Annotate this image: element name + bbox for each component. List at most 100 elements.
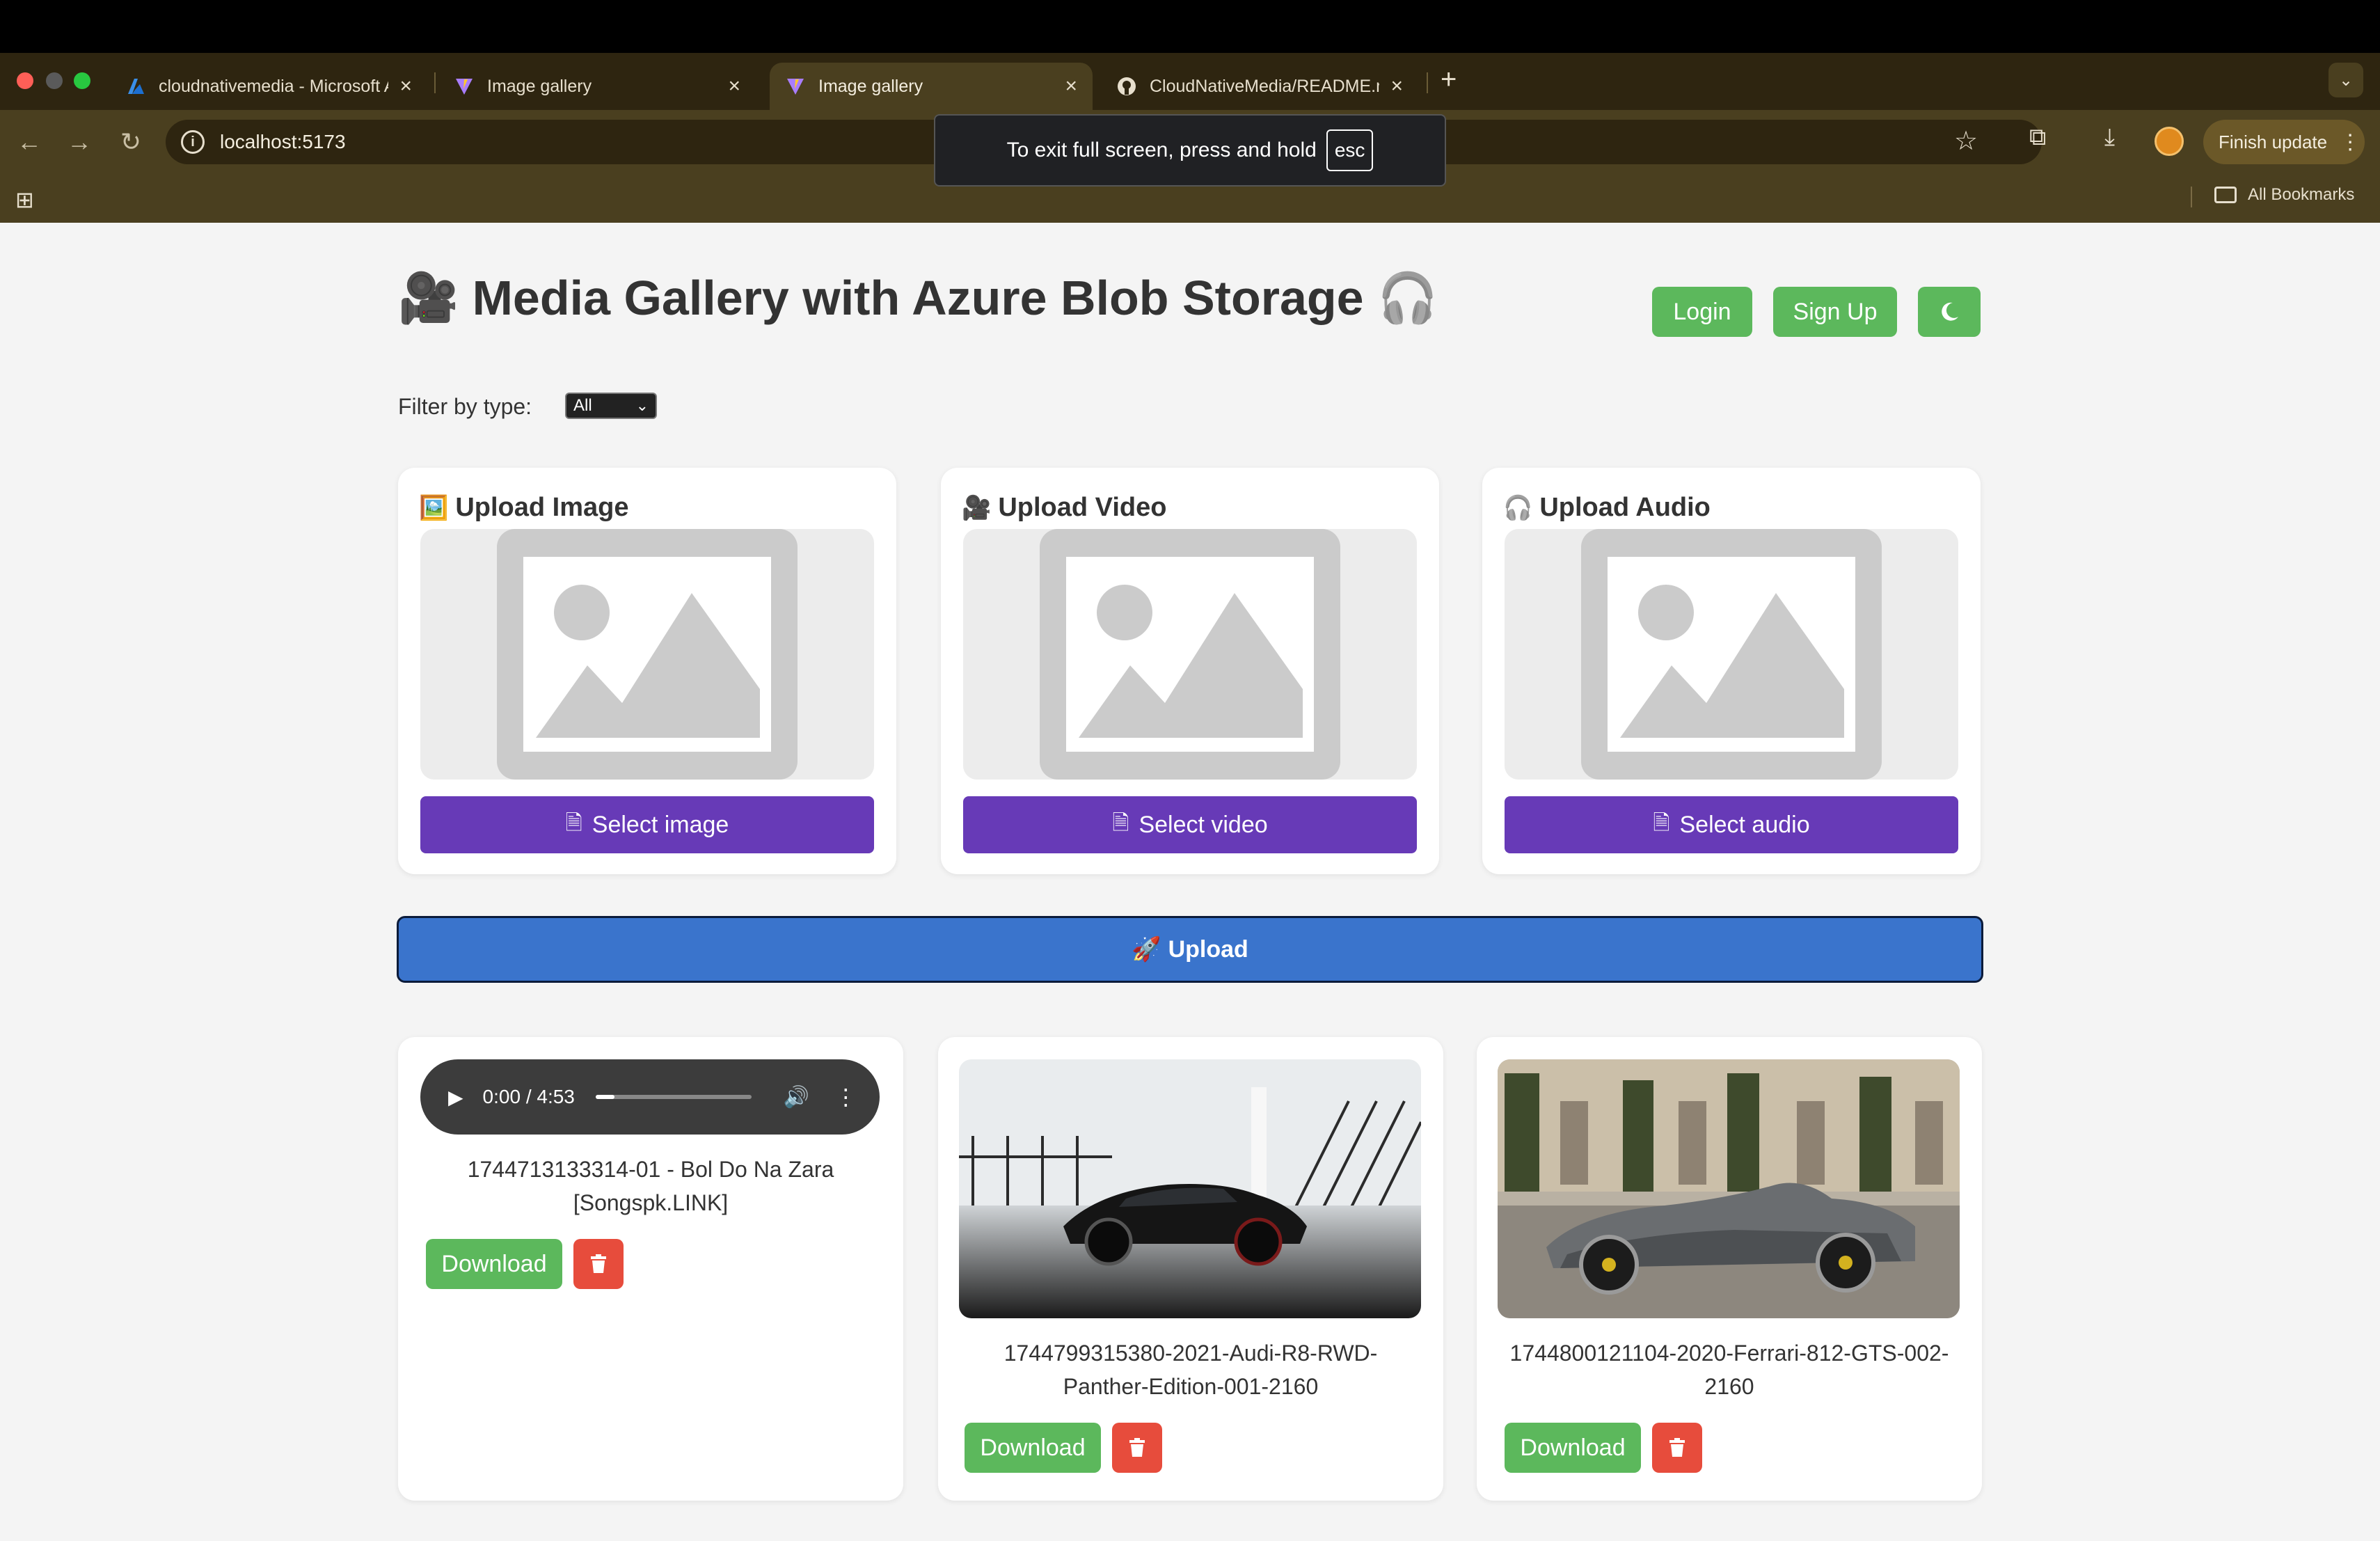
- audio-player[interactable]: ▶ 0:00 / 4:53 🔊 ⋮: [420, 1059, 880, 1135]
- image-placeholder-icon: [497, 529, 798, 780]
- tab-github-readme[interactable]: CloudNativeMedia/README.md ×: [1101, 63, 1418, 110]
- tab-separator: [1427, 72, 1428, 93]
- page-title: 🎥 Media Gallery with Azure Blob Storage …: [398, 270, 1438, 327]
- tab-image-gallery-1[interactable]: Image gallery ×: [438, 63, 756, 110]
- delete-button[interactable]: [1112, 1423, 1162, 1473]
- profile-avatar[interactable]: [2155, 127, 2184, 156]
- esc-key: esc: [1326, 129, 1374, 171]
- delete-button[interactable]: [573, 1239, 624, 1289]
- tab-label: Image gallery: [487, 76, 592, 96]
- media-filename: 1744713133314-01 - Bol Do Na Zara [Songs…: [467, 1157, 834, 1215]
- audio-preview-placeholder: [1505, 529, 1958, 780]
- select-button-label: Select video: [1139, 811, 1268, 838]
- trash-icon: [1669, 1438, 1685, 1457]
- select-button-label: Select image: [592, 811, 729, 838]
- fullscreen-exit-toast: To exit full screen, press and hold esc: [934, 114, 1446, 187]
- upload-card-title: 🎧 Upload Audio: [1503, 493, 1711, 523]
- close-icon[interactable]: ×: [1390, 74, 1403, 98]
- apps-grid-icon[interactable]: ⊞: [15, 187, 34, 213]
- url-text[interactable]: localhost:5173: [220, 131, 346, 153]
- chevron-down-icon: ⌄: [635, 397, 649, 414]
- download-button[interactable]: Download: [426, 1239, 562, 1289]
- bookmark-star-icon[interactable]: ☆: [1954, 125, 1978, 157]
- upload-button[interactable]: 🚀 Upload: [397, 916, 1983, 983]
- tab-image-gallery-2[interactable]: Image gallery ×: [770, 63, 1093, 110]
- tab-label: Image gallery: [818, 76, 923, 96]
- audio-progress-slider[interactable]: [595, 1095, 752, 1099]
- all-bookmarks-button[interactable]: All Bookmarks: [2214, 185, 2354, 205]
- play-icon[interactable]: ▶: [448, 1086, 463, 1109]
- upload-button-label: Upload: [1168, 935, 1248, 963]
- car-photo-image: [1498, 1059, 1960, 1318]
- login-button[interactable]: Login: [1652, 287, 1752, 337]
- extensions-icon[interactable]: ⧉: [2029, 124, 2046, 151]
- finish-update-label: Finish update: [2219, 131, 2328, 152]
- github-icon: [1118, 77, 1136, 95]
- tab-azure[interactable]: cloudnativemedia - Microsoft Azure ×: [110, 63, 427, 110]
- volume-icon[interactable]: 🔊: [784, 1085, 809, 1109]
- close-icon[interactable]: ×: [1065, 74, 1077, 98]
- upload-card-title-text: Upload Audio: [1539, 493, 1711, 522]
- upload-card-title-text: Upload Video: [998, 493, 1167, 522]
- image-placeholder-icon: [1581, 529, 1882, 780]
- folder-icon: [2214, 187, 2237, 203]
- site-info-icon[interactable]: i: [181, 130, 205, 154]
- image-preview-placeholder: [420, 529, 874, 780]
- more-vertical-icon: ⋮: [2340, 130, 2361, 154]
- vite-icon: [456, 79, 473, 95]
- file-upload-icon: 🗎: [1112, 811, 1129, 835]
- minimize-window-button[interactable]: [46, 72, 63, 89]
- back-button[interactable]: ←: [10, 123, 49, 161]
- theme-toggle-button[interactable]: [1918, 287, 1981, 337]
- bookmarks-separator: [2191, 187, 2192, 207]
- ferrari-812-thumbnail[interactable]: [1498, 1059, 1960, 1318]
- select-image-button[interactable]: 🗎 Select image: [420, 796, 874, 853]
- file-upload-icon: 🗎: [1653, 811, 1670, 835]
- media-card-image-audi: 1744799315380-2021-Audi-R8-RWD-Panther-E…: [938, 1037, 1443, 1501]
- close-icon[interactable]: ×: [728, 74, 740, 98]
- audi-r8-thumbnail[interactable]: [959, 1059, 1421, 1318]
- new-tab-button[interactable]: +: [1441, 64, 1457, 95]
- arrow-right-icon: →: [67, 127, 92, 156]
- video-preview-placeholder: [963, 529, 1417, 780]
- filter-type-select[interactable]: All ⌄: [565, 393, 657, 419]
- chevron-down-icon: ⌄: [2338, 70, 2354, 90]
- file-upload-icon: 🗎: [565, 811, 582, 835]
- upload-audio-card: 🎧 Upload Audio 🗎 Select audio: [1482, 468, 1981, 874]
- headphones-emoji: 🎧: [1377, 271, 1438, 325]
- upload-video-card: 🎥 Upload Video 🗎 Select video: [941, 468, 1439, 874]
- toast-message: To exit full screen, press and hold: [1006, 139, 1317, 161]
- delete-button[interactable]: [1652, 1423, 1702, 1473]
- media-filename: 1744799315380-2021-Audi-R8-RWD-Panther-E…: [1003, 1341, 1378, 1399]
- download-button[interactable]: Download: [965, 1423, 1101, 1473]
- download-button[interactable]: Download: [1505, 1423, 1641, 1473]
- filter-selected-value: All: [573, 396, 592, 415]
- moon-icon: [1942, 302, 1958, 321]
- page-title-text: Media Gallery with Azure Blob Storage: [472, 271, 1364, 325]
- finish-update-button[interactable]: Finish update ⋮: [2203, 120, 2365, 164]
- download-icon[interactable]: ⤓: [2104, 124, 2115, 151]
- signup-button[interactable]: Sign Up: [1773, 287, 1897, 337]
- more-vertical-icon[interactable]: ⋮: [834, 1084, 857, 1110]
- rocket-emoji: 🚀: [1132, 936, 1161, 963]
- reload-icon: ↻: [120, 127, 142, 156]
- maximize-window-button[interactable]: [74, 72, 90, 89]
- reload-button[interactable]: ↻: [111, 123, 150, 161]
- arrow-left-icon: ←: [17, 127, 42, 156]
- media-filename: 1744800121104-2020-Ferrari-812-GTS-002-2…: [1509, 1341, 1949, 1399]
- select-button-label: Select audio: [1679, 811, 1810, 838]
- close-window-button[interactable]: [17, 72, 33, 89]
- tab-search-button[interactable]: ⌄: [2329, 63, 2363, 97]
- select-audio-button[interactable]: 🗎 Select audio: [1505, 796, 1958, 853]
- upload-card-title-text: Upload Image: [455, 493, 629, 522]
- all-bookmarks-label: All Bookmarks: [2248, 185, 2355, 204]
- azure-icon: [128, 79, 144, 94]
- tab-label: cloudnativemedia - Microsoft Azure: [159, 76, 388, 96]
- car-photo-image: [959, 1059, 1421, 1318]
- close-icon[interactable]: ×: [399, 74, 412, 98]
- upload-card-title: 🖼️ Upload Image: [419, 493, 629, 523]
- select-video-button[interactable]: 🗎 Select video: [963, 796, 1417, 853]
- trash-icon: [1129, 1438, 1145, 1457]
- forward-button[interactable]: →: [60, 123, 99, 161]
- tab-separator: [434, 72, 436, 93]
